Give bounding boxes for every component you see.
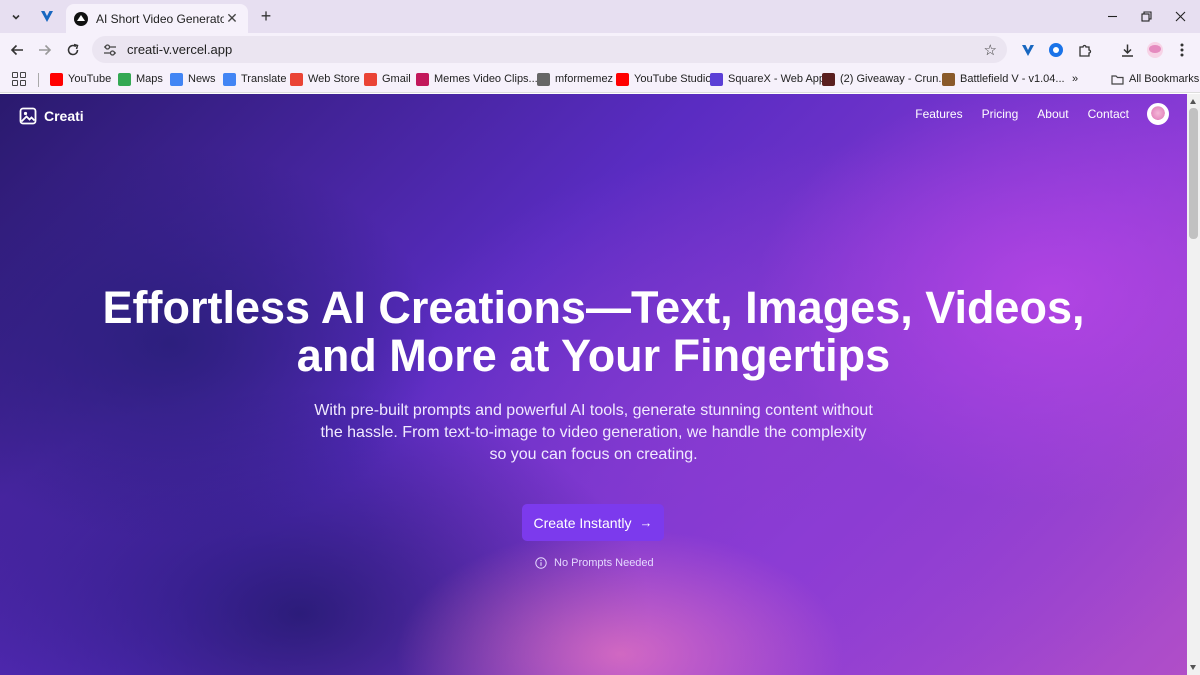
info-icon [535,557,547,569]
extension-blue-icon[interactable] [1046,40,1066,60]
hero-subtitle: With pre-built prompts and powerful AI t… [314,402,873,463]
nav-pricing[interactable]: Pricing [982,107,1019,121]
browser-menu-kebab-icon[interactable] [1172,40,1192,60]
profile-avatar-icon[interactable] [1145,40,1165,60]
nav-about[interactable]: About [1037,107,1068,121]
vuetify-toolbar-icon[interactable] [1018,40,1038,60]
scroll-thumb[interactable] [1189,108,1198,239]
active-tab[interactable]: AI Short Video Generator ✕ [66,4,248,33]
battlefield-icon [942,72,955,86]
brand-name: Creati [44,108,84,124]
nav-features[interactable]: Features [915,107,962,121]
mformemez-icon [537,72,550,86]
bookmark-item[interactable]: Gmail [364,70,411,88]
tab-close-icon[interactable]: ✕ [224,10,240,27]
bookmark-label: (2) Giveaway - Crun... [840,73,948,85]
bookmark-item[interactable]: Memes Video Clips... [416,70,538,88]
bookmark-label: Web Store [308,73,360,85]
gmail-icon [364,72,377,86]
downloads-icon[interactable] [1117,40,1137,60]
all-bookmarks-folder[interactable]: All Bookmarks [1111,70,1199,88]
bookmark-label: Memes Video Clips... [434,73,538,85]
site-info-tune-icon[interactable] [102,42,118,58]
cta-label: Create Instantly [533,514,632,531]
tab-strip: AI Short Video Generator ✕ + [0,0,1200,33]
news-icon [170,72,183,86]
bookmark-item[interactable]: News [170,70,216,88]
create-instantly-button[interactable]: Create Instantly → [522,504,664,541]
address-bar[interactable]: creati-v.vercel.app ☆ [92,36,1007,63]
youtube-studio-icon [616,72,629,86]
back-arrow-icon[interactable] [6,39,28,61]
tab-title: AI Short Video Generator [96,11,224,26]
bookmark-item[interactable]: Maps [118,70,163,88]
translate-icon [223,72,236,86]
extensions-puzzle-icon[interactable] [1075,40,1095,60]
bookmark-item[interactable]: (2) Giveaway - Crun... [822,70,948,88]
nav-contact[interactable]: Contact [1088,107,1129,121]
bookmark-label: News [188,73,216,85]
bookmarks-divider [38,73,39,87]
bookmark-item[interactable]: YouTube Studio [616,70,711,88]
tab-search-chevron-icon[interactable] [6,7,26,27]
squarex-icon [710,72,723,86]
image-icon [19,107,37,125]
cta-note-text: No Prompts Needed [554,557,654,569]
bookmark-label: Gmail [382,73,411,85]
bookmark-label: mformemez [555,73,614,85]
folder-icon [1111,74,1124,85]
bookmark-item[interactable]: Translate [223,70,286,88]
webstore-icon [290,72,303,86]
maps-icon [118,72,131,86]
bookmarks-bar: YouTube Maps News Translate Web Store Gmail Me… [0,65,1200,93]
bookmark-label: Maps [136,73,163,85]
reload-icon[interactable] [62,39,84,61]
all-bookmarks-label: All Bookmarks [1129,73,1200,85]
page-viewport: Creati Features Pricing About Contact Ef… [0,94,1187,675]
brand-logo[interactable]: Creati [19,107,84,125]
forward-arrow-icon[interactable] [34,39,56,61]
site-navbar: Creati Features Pricing About Contact [0,94,1187,138]
user-avatar[interactable] [1147,103,1169,125]
scroll-down-arrow-icon[interactable] [1190,665,1196,670]
bookmarks-overflow-chevron-icon[interactable]: » [1072,70,1078,88]
cta-note: No Prompts Needed [535,557,654,569]
apps-grid-icon[interactable] [12,72,26,86]
arrow-right-icon: → [639,515,653,530]
bookmark-star-icon[interactable]: ☆ [984,41,997,59]
close-window-icon[interactable] [1169,6,1191,26]
bookmark-item[interactable]: Web Store [290,70,360,88]
bookmark-item[interactable]: SquareX - Web App [710,70,825,88]
restore-icon[interactable] [1135,6,1157,26]
bookmark-label: Battlefield V - v1.04... [960,73,1065,85]
youtube-icon [50,72,63,86]
nav-links: Features Pricing About Contact [896,103,1169,125]
bookmark-item[interactable]: YouTube [50,70,111,88]
url-text[interactable]: creati-v.vercel.app [127,42,984,57]
hero-title: Effortless AI Creations—Text, Images, Vi… [102,282,1085,381]
scroll-up-arrow-icon[interactable] [1190,99,1196,104]
bookmark-label: Translate [241,73,287,85]
bookmark-item[interactable]: Battlefield V - v1.04... [942,70,1065,88]
bookmark-label: YouTube Studio [634,73,712,85]
page-scrollbar[interactable] [1187,94,1200,675]
vuetify-extension-icon[interactable] [38,7,56,25]
giveaway-icon [822,72,835,86]
browser-toolbar: creati-v.vercel.app ☆ [0,33,1200,65]
memes-icon [416,72,429,86]
vercel-favicon-icon [74,11,88,26]
minimize-icon[interactable] [1101,6,1123,26]
bookmark-item[interactable]: mformemez [537,70,613,88]
bookmark-label: SquareX - Web App [728,73,826,85]
bookmark-label: YouTube [68,73,112,85]
new-tab-plus-icon[interactable]: + [256,6,276,26]
